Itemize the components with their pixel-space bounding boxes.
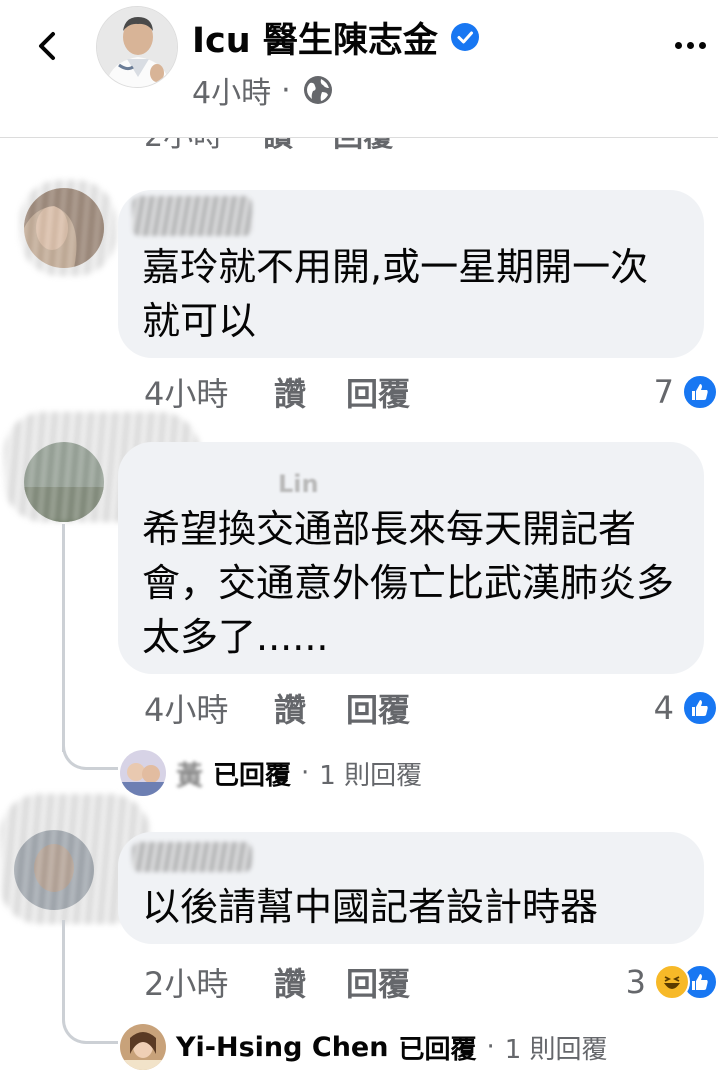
comment-text: 以後請幫中國記者設計時器 <box>142 885 599 929</box>
reply-separator: · <box>486 1032 495 1062</box>
doctor-photo <box>97 7 177 87</box>
thumbs-up-icon <box>682 374 718 410</box>
like-button[interactable]: 讚 <box>274 685 346 731</box>
chevron-left-icon <box>39 32 55 60</box>
like-button[interactable]: 讚 <box>274 369 346 415</box>
comment: 以後請幫中國記者設計時器 2小時 讚 回覆 3 Yi-Hsing Chen 已回… <box>0 790 718 1076</box>
comment-actions: 4小時 讚 回覆 <box>144 370 410 414</box>
author-name-redacted <box>132 842 252 872</box>
comment-time[interactable]: 2小時 <box>144 959 274 1005</box>
laughing-face-icon <box>654 964 690 1000</box>
reaction-summary[interactable]: 4 <box>654 686 718 730</box>
reaction-count: 3 <box>625 963 646 1001</box>
reaction-count: 7 <box>653 373 674 411</box>
post-header: Icu 醫生陳志金 4小時 · <box>0 0 718 138</box>
thread-line <box>62 524 65 752</box>
comment-text: 希望換交通部長來每天開記者會，交通意外傷亡比武漢肺炎多太多了...... <box>142 507 675 659</box>
replied-label: 已回覆 <box>213 760 292 791</box>
comment-time[interactable]: 4小時 <box>144 369 274 415</box>
reply-button[interactable]: 回覆 <box>346 369 410 415</box>
comment-actions: 4小時 讚 回覆 <box>144 686 410 730</box>
back-button[interactable] <box>28 26 68 66</box>
reply-separator: · <box>301 758 310 788</box>
thread-connector <box>62 730 118 770</box>
replier-name: 黃 <box>176 760 203 792</box>
reaction-count: 4 <box>653 689 674 727</box>
reply-count: 1 則回覆 <box>319 760 423 791</box>
comment-text: 嘉玲就不用開,或一星期開一次就可以 <box>142 245 649 343</box>
post-timestamp[interactable]: 4小時 <box>192 68 271 112</box>
page-name[interactable]: Icu 醫生陳志金 <box>192 12 438 63</box>
replier-name: Yi-Hsing Chen <box>176 1031 389 1063</box>
avatar-blur <box>20 180 116 276</box>
reply-button[interactable]: 回覆 <box>346 959 410 1005</box>
thread-connector <box>62 1004 118 1044</box>
reaction-summary[interactable]: 3 <box>626 960 718 1004</box>
more-dot <box>686 41 694 49</box>
globe-icon <box>303 76 332 104</box>
comment-bubble[interactable]: 嘉玲就不用開,或一星期開一次就可以 <box>118 190 704 358</box>
more-dot <box>698 41 706 49</box>
comment-bubble[interactable]: Lin 希望換交通部長來每天開記者會，交通意外傷亡比武漢肺炎多太多了...... <box>118 442 704 674</box>
replied-label: 已回覆 <box>398 1034 477 1065</box>
comment-bubble[interactable]: 以後請幫中國記者設計時器 <box>118 832 704 944</box>
reaction-summary[interactable]: 7 <box>654 370 718 414</box>
reply-button[interactable]: 回覆 <box>346 685 410 731</box>
verified-badge-icon <box>450 23 479 51</box>
comment-author[interactable]: Lin <box>278 470 319 498</box>
meta-separator: · <box>281 72 291 108</box>
reply-count: 1 則回覆 <box>504 1034 608 1065</box>
like-button[interactable]: 讚 <box>274 959 346 1005</box>
replier-avatar <box>120 1024 166 1070</box>
comment: 嘉玲就不用開,或一星期開一次就可以 4小時 讚 回覆 7 <box>0 180 718 420</box>
thumbs-up-icon <box>682 690 718 726</box>
comment: Lin 希望換交通部長來每天開記者會，交通意外傷亡比武漢肺炎多太多了......… <box>0 412 718 812</box>
comment-actions: 2小時 讚 回覆 <box>144 960 410 1004</box>
page-avatar[interactable] <box>96 6 178 88</box>
comment-time[interactable]: 4小時 <box>144 685 274 731</box>
view-replies-link[interactable]: Yi-Hsing Chen 已回覆 · 1 則回覆 <box>120 1022 608 1072</box>
more-options-button[interactable] <box>668 30 712 60</box>
thread-line <box>62 920 65 1010</box>
author-name-redacted <box>132 196 252 236</box>
more-dots-icon <box>674 41 682 49</box>
